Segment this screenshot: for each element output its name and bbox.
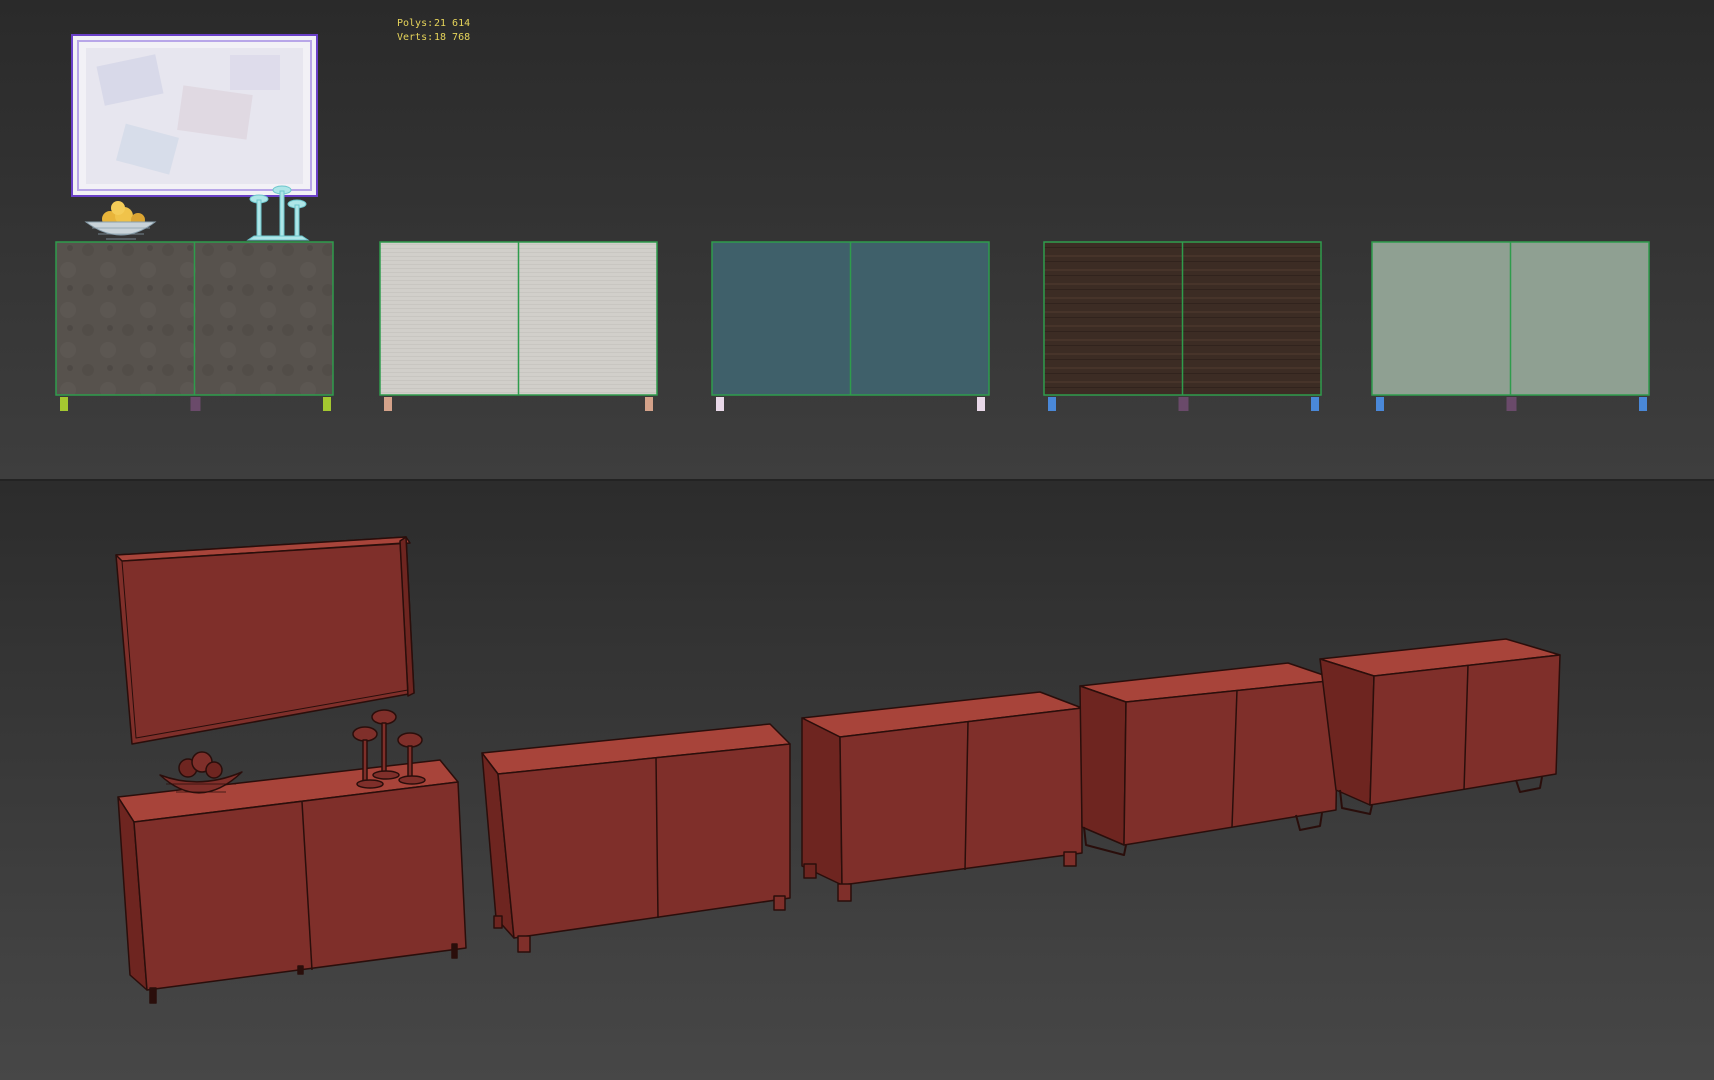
cabinet-leg (384, 397, 392, 411)
cabinet-leg (60, 397, 68, 411)
cabinet-white[interactable] (379, 241, 658, 411)
front-view-scene (55, 34, 1650, 411)
cabinet-leg (716, 397, 724, 411)
fruit-bowl[interactable] (84, 201, 157, 240)
picture-frame-3d[interactable] (115, 536, 415, 745)
cabinet-row (55, 241, 1650, 411)
cabinet-sage-green[interactable] (1371, 241, 1650, 411)
picture-frame[interactable] (71, 34, 318, 197)
cabinet-leg (1376, 397, 1384, 411)
cabinet-concrete[interactable] (55, 241, 334, 411)
cabinet-3d-2[interactable] (481, 723, 791, 953)
cabinet-leg (323, 397, 331, 411)
cabinet-leg (1048, 397, 1056, 411)
cabinet-leg (190, 397, 201, 411)
cabinet-leg (1639, 397, 1647, 411)
cabinet-3d-5[interactable] (1319, 638, 1561, 815)
cabinet-leg (1506, 397, 1517, 411)
cabinet-dark-wood[interactable] (1043, 241, 1322, 411)
cabinet-3d-3[interactable] (801, 691, 1083, 902)
cabinet-3d-4[interactable] (1079, 662, 1339, 856)
cabinet-3d-1[interactable] (117, 759, 467, 1004)
cabinet-leg (1311, 397, 1319, 411)
perspective-scene (115, 536, 1561, 1004)
cabinet-teal[interactable] (711, 241, 990, 411)
cabinet-leg (1178, 397, 1189, 411)
front-viewport[interactable]: Polys: 21 614 Verts: 18 768 (0, 0, 1714, 480)
cabinet-leg (977, 397, 985, 411)
cabinet-leg (645, 397, 653, 411)
candle-holders-3d[interactable] (352, 709, 426, 789)
perspective-viewport[interactable] (0, 481, 1714, 1080)
